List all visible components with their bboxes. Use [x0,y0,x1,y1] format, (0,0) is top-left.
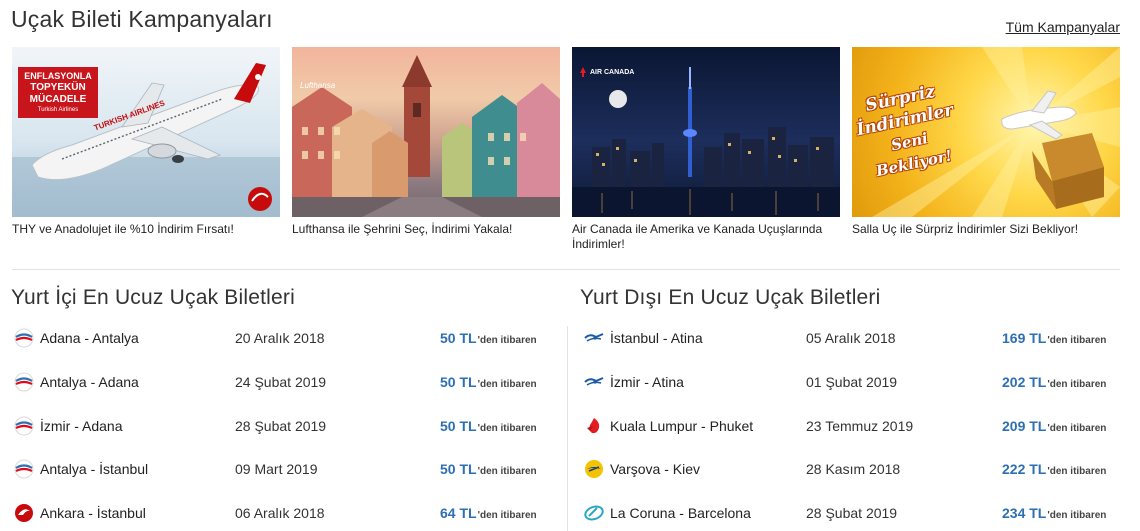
campaign-image-air-canada[interactable]: AIR CANADA [572,47,840,217]
campaign-caption[interactable]: Salla Uç ile Sürpriz İndirimler Sizi Bek… [852,222,1120,237]
campaign-card-air-canada[interactable]: AIR CANADA Air Canada ile Amerika ve Kan… [572,47,840,252]
flight-date: 28 Kasım 2018 [806,461,901,477]
campaign-card-salla-uc[interactable]: Sürpriz İndirimler Seni Bekliyor! Salla … [852,47,1120,237]
campaign-caption[interactable]: Lufthansa ile Şehrini Seç, İndirimi Yaka… [292,222,560,237]
pegasus-logo-icon [14,459,34,479]
badge-line-3: MÜCADELE [29,94,87,105]
price-value: 50 TL [440,461,477,477]
section-divider [12,269,1120,270]
price-suffix: 'den itibaren [1047,466,1107,477]
domestic-row[interactable]: Adana - Antalya 20 Aralık 2018 50 TL'den… [14,328,554,348]
flight-date: 20 Aralık 2018 [235,330,325,346]
price: 50 TL'den itibaren [440,461,537,477]
flight-date: 23 Temmuz 2019 [806,418,914,434]
pegasus-logo-icon [14,372,34,392]
price-suffix: 'den itibaren [477,466,537,477]
flight-date: 28 Şubat 2019 [806,505,898,521]
route-label: İstanbul - Atina [610,330,703,346]
price: 222 TL'den itibaren [1002,461,1106,477]
price-suffix: 'den itibaren [477,335,537,346]
international-row[interactable]: Kuala Lumpur - Phuket 23 Temmuz 2019 209… [584,416,1124,436]
campaign-card-lufthansa[interactable]: Lufthansa Lufthansa ile Şehrini Seç, İnd… [292,47,560,237]
flight-date: 24 Şubat 2019 [235,374,327,390]
price-value: 234 TL [1002,505,1047,521]
column-divider [567,326,568,531]
route-label: Antalya - İstanbul [40,461,149,477]
price-value: 209 TL [1002,418,1047,434]
domestic-row[interactable]: Antalya - İstanbul 09 Mart 2019 50 TL'de… [14,459,554,479]
vueling-logo-icon [584,503,604,523]
price-value: 169 TL [1002,330,1047,346]
international-row[interactable]: İzmir - Atina 01 Şubat 2019 202 TL'den i… [584,372,1124,392]
campaign-image-lufthansa[interactable]: Lufthansa [292,47,560,217]
international-row[interactable]: İstanbul - Atina 05 Aralık 2018 169 TL'd… [584,328,1124,348]
price: 50 TL'den itibaren [440,330,537,346]
lufthansa-brand: Lufthansa [300,81,336,90]
price-suffix: 'den itibaren [1047,510,1107,521]
price-value: 64 TL [440,505,477,521]
international-row[interactable]: Varşova - Kiev 28 Kasım 2018 222 TL'den … [584,459,1124,479]
price-value: 222 TL [1002,461,1047,477]
route-label: İzmir - Atina [610,374,684,390]
old-town-illustration [292,55,560,217]
price: 64 TL'den itibaren [440,505,537,521]
route-label: Kuala Lumpur - Phuket [610,418,754,434]
badge-line-2: TOPYEKÜN [30,82,86,93]
pegasus-logo-icon [14,416,34,436]
badge-line-1: ENFLASYONLA [24,71,92,81]
price-suffix: 'den itibaren [477,379,537,390]
campaign-image-thy[interactable]: ENFLASYONLA TOPYEKÜN MÜCADELE Turkish Ai… [12,47,280,217]
campaign-image-salla-uc[interactable]: Sürpriz İndirimler Seni Bekliyor! [852,47,1120,217]
price-suffix: 'den itibaren [1047,335,1107,346]
route-label: La Coruna - Barcelona [610,505,751,521]
page-title: Uçak Bileti Kampanyaları [11,6,273,32]
domestic-section-title: Yurt İçi En Ucuz Uçak Biletleri [11,286,295,309]
olympic-air-logo-icon [584,328,604,348]
campaign-caption[interactable]: THY ve Anadolujet ile %10 İndirim Fırsat… [12,222,280,237]
olympic-air-logo-icon [584,372,604,392]
price-suffix: 'den itibaren [1047,423,1107,434]
price-suffix: 'den itibaren [477,423,537,434]
route-label: Antalya - Adana [40,374,139,390]
flight-date: 06 Aralık 2018 [235,505,325,521]
international-row[interactable]: La Coruna - Barcelona 28 Şubat 2019 234 … [584,503,1124,523]
campaign-caption[interactable]: Air Canada ile Amerika ve Kanada Uçuşlar… [572,222,840,252]
airasia-logo-icon [584,416,604,436]
turkish-airlines-logo-icon [14,503,34,523]
ukraine-international-logo-icon [584,459,604,479]
price-value: 50 TL [440,418,477,434]
route-label: Adana - Antalya [40,330,139,346]
badge-brand: Turkish Airlines [37,107,79,113]
price: 209 TL'den itibaren [1002,418,1106,434]
price: 202 TL'den itibaren [1002,374,1106,390]
price-suffix: 'den itibaren [477,510,537,521]
price: 234 TL'den itibaren [1002,505,1106,521]
flight-date: 09 Mart 2019 [235,461,318,477]
campaigns-row: ENFLASYONLA TOPYEKÜN MÜCADELE Turkish Ai… [12,47,1120,251]
international-section-title: Yurt Dışı En Ucuz Uçak Biletleri [580,286,881,309]
route-label: Ankara - İstanbul [40,505,146,521]
page: Uçak Bileti Kampanyaları Tüm Kampanyalar [0,0,1140,531]
pegasus-logo-icon [14,328,34,348]
all-campaigns-link[interactable]: Tüm Kampanyalar [1006,19,1120,35]
price: 50 TL'den itibaren [440,374,537,390]
route-label: İzmir - Adana [40,418,123,434]
flight-date: 01 Şubat 2019 [806,374,898,390]
price: 169 TL'den itibaren [1002,330,1106,346]
campaign-badge: ENFLASYONLA TOPYEKÜN MÜCADELE Turkish Ai… [18,67,98,118]
price-value: 50 TL [440,374,477,390]
domestic-row[interactable]: Antalya - Adana 24 Şubat 2019 50 TL'den … [14,372,554,392]
campaign-card-thy[interactable]: ENFLASYONLA TOPYEKÜN MÜCADELE Turkish Ai… [12,47,280,237]
air-canada-brand: AIR CANADA [590,69,635,76]
domestic-row[interactable]: Ankara - İstanbul 06 Aralık 2018 64 TL'd… [14,503,554,523]
price: 50 TL'den itibaren [440,418,537,434]
flight-date: 28 Şubat 2019 [235,418,327,434]
domestic-row[interactable]: İzmir - Adana 28 Şubat 2019 50 TL'den it… [14,416,554,436]
flight-date: 05 Aralık 2018 [806,330,896,346]
route-label: Varşova - Kiev [610,461,700,477]
price-value: 202 TL [1002,374,1047,390]
price-suffix: 'den itibaren [1047,379,1107,390]
price-value: 50 TL [440,330,477,346]
